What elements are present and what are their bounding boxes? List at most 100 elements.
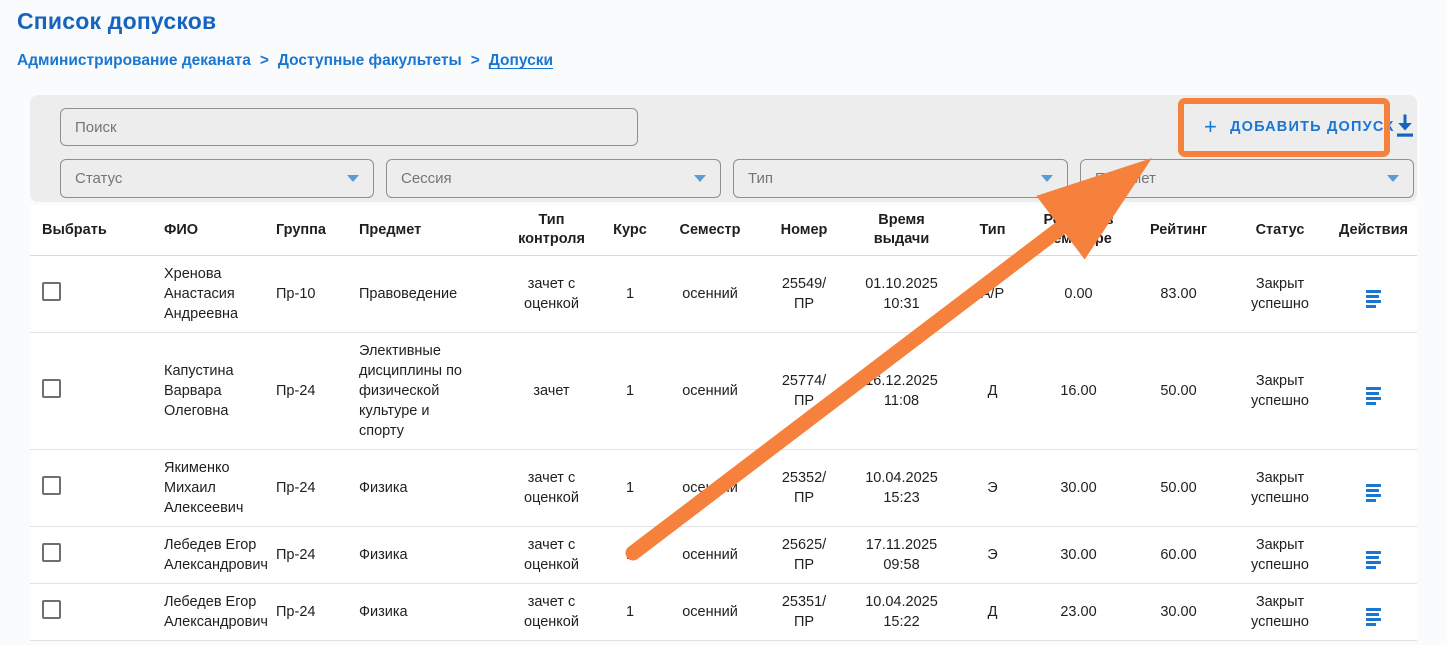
row-checkbox[interactable]	[42, 476, 61, 495]
column-header: Тип контроля	[503, 205, 600, 256]
cell-status: Закрыт успешно	[1230, 450, 1330, 527]
row-checkbox[interactable]	[42, 600, 61, 619]
download-button[interactable]	[1390, 110, 1420, 144]
column-header: Рейтинг	[1127, 205, 1230, 256]
cell-rating: 50.00	[1127, 450, 1230, 527]
cell-rating: 30.00	[1127, 584, 1230, 641]
breadcrumb-item[interactable]: Доступные факультеты	[278, 52, 462, 70]
cell-subject: Физика	[355, 527, 503, 584]
cell-type: Д	[955, 333, 1030, 450]
cell-fio: Лебедев Егор Александрович	[160, 527, 272, 584]
column-header: Номер	[760, 205, 848, 256]
cell-number: 25549/ ПР	[760, 256, 848, 333]
column-header: Время выдачи	[848, 205, 955, 256]
cell-course: 1	[600, 527, 660, 584]
filter-label: Предмет	[1095, 170, 1156, 187]
cell-group: Пр-24	[272, 333, 355, 450]
cell-subject: Правоведение	[355, 256, 503, 333]
plus-icon: +	[1204, 116, 1218, 138]
cell-group: Пр-24	[272, 527, 355, 584]
column-header: Курс	[600, 205, 660, 256]
download-icon	[1392, 112, 1418, 140]
cell-fio: Якименко Михаил Алексеевич	[160, 450, 272, 527]
search-input[interactable]	[75, 119, 623, 136]
cell-type: Э	[955, 450, 1030, 527]
breadcrumb-item[interactable]: Администрирование деканата	[17, 52, 251, 70]
add-admission-button[interactable]: + ДОБАВИТЬ ДОПУСК	[1190, 111, 1409, 143]
row-actions-icon[interactable]	[1364, 385, 1383, 407]
cell-issue_time: 10.04.2025 15:22	[848, 584, 955, 641]
filter-label: Статус	[75, 170, 122, 187]
table-row: Якименко Михаил АлексеевичПр-24Физиказач…	[30, 450, 1417, 527]
filter-panel: + ДОБАВИТЬ ДОПУСК Статус Сессия Тип Предмет	[30, 95, 1417, 202]
cell-status: Закрыт успешно	[1230, 256, 1330, 333]
filters-row: Статус Сессия Тип Предмет	[60, 159, 1414, 198]
cell-fio: Хренова Анастасия Андреевна	[160, 256, 272, 333]
cell-control_type: зачет с оценкой	[503, 256, 600, 333]
cell-status: Закрыт успешно	[1230, 333, 1330, 450]
cell-fio: Лебедев Егор Александрович	[160, 584, 272, 641]
cell-rating: 83.00	[1127, 256, 1230, 333]
cell-semester: осенний	[660, 527, 760, 584]
cell-semester: осенний	[660, 584, 760, 641]
search-field[interactable]	[60, 108, 638, 146]
cell-subject: Физика	[355, 584, 503, 641]
column-header: Группа	[272, 205, 355, 256]
cell-course: 1	[600, 450, 660, 527]
cell-group: Пр-24	[272, 584, 355, 641]
cell-semester_rating: 0.00	[1030, 256, 1127, 333]
cell-type: Э	[955, 527, 1030, 584]
cell-status: Закрыт успешно	[1230, 584, 1330, 641]
cell-group: Пр-10	[272, 256, 355, 333]
cell-rating: 50.00	[1127, 333, 1230, 450]
cell-number: 25774/ ПР	[760, 333, 848, 450]
cell-issue_time: 01.10.2025 10:31	[848, 256, 955, 333]
column-header: Тип	[955, 205, 1030, 256]
cell-number: 25625/ ПР	[760, 527, 848, 584]
caret-down-icon	[694, 175, 706, 182]
cell-semester: осенний	[660, 333, 760, 450]
row-actions-icon[interactable]	[1364, 549, 1383, 571]
filter-label: Сессия	[401, 170, 452, 187]
breadcrumb-separator: >	[260, 52, 269, 70]
cell-number: 25351/ ПР	[760, 584, 848, 641]
column-header: Предмет	[355, 205, 503, 256]
table-row: Лебедев Егор АлександровичПр-24Физиказач…	[30, 527, 1417, 584]
row-actions-icon[interactable]	[1364, 288, 1383, 310]
cell-issue_time: 16.12.2025 11:08	[848, 333, 955, 450]
cell-course: 1	[600, 333, 660, 450]
row-actions-icon[interactable]	[1364, 606, 1383, 628]
caret-down-icon	[1387, 175, 1399, 182]
cell-course: 1	[600, 256, 660, 333]
filter-select-status[interactable]: Статус	[60, 159, 374, 198]
filter-select-session[interactable]: Сессия	[386, 159, 721, 198]
column-header: Выбрать	[30, 205, 160, 256]
row-checkbox[interactable]	[42, 282, 61, 301]
cell-fio: Капустина Варвара Олеговна	[160, 333, 272, 450]
table-row: Капустина Варвара ОлеговнаПр-24Элективны…	[30, 333, 1417, 450]
cell-issue_time: 17.11.2025 09:58	[848, 527, 955, 584]
cell-subject: Элективные дисциплины по физической куль…	[355, 333, 503, 450]
cell-control_type: зачет с оценкой	[503, 527, 600, 584]
row-actions-icon[interactable]	[1364, 482, 1383, 504]
column-header: Рейтинг в семестре	[1030, 205, 1127, 256]
column-header: Статус	[1230, 205, 1330, 256]
cell-issue_time: 10.04.2025 15:23	[848, 450, 955, 527]
row-checkbox[interactable]	[42, 379, 61, 398]
column-header: Действия	[1330, 205, 1417, 256]
cell-semester_rating: 16.00	[1030, 333, 1127, 450]
cell-subject: Физика	[355, 450, 503, 527]
cell-semester_rating: 30.00	[1030, 450, 1127, 527]
filter-select-type[interactable]: Тип	[733, 159, 1068, 198]
row-checkbox[interactable]	[42, 543, 61, 562]
breadcrumb-separator: >	[471, 52, 480, 70]
cell-number: 25352/ ПР	[760, 450, 848, 527]
filter-select-subject[interactable]: Предмет	[1080, 159, 1414, 198]
cell-status: Закрыт успешно	[1230, 527, 1330, 584]
cell-rating: 60.00	[1127, 527, 1230, 584]
breadcrumb-item[interactable]: Допуски	[489, 52, 553, 70]
cell-type: А/Р	[955, 256, 1030, 333]
column-header: Семестр	[660, 205, 760, 256]
cell-group: Пр-24	[272, 450, 355, 527]
cell-semester: осенний	[660, 256, 760, 333]
